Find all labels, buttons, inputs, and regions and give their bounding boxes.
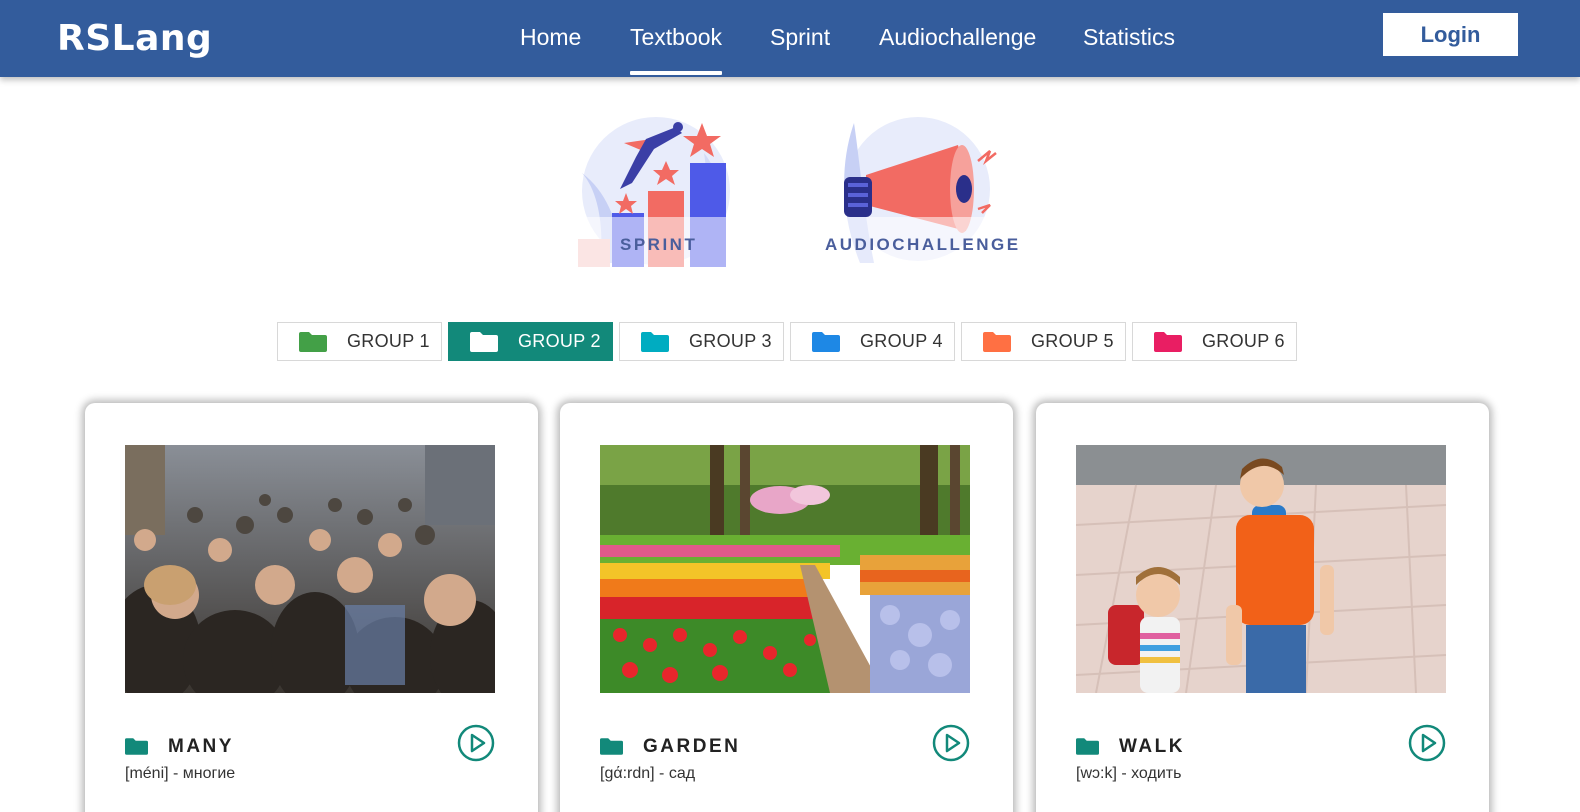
nav-textbook[interactable]: Textbook — [630, 24, 723, 75]
folder-icon — [1154, 331, 1182, 352]
app-logo[interactable]: RSLang — [57, 18, 212, 59]
word-card: WALK [wɔ:k] - ходить — [1036, 403, 1489, 812]
nav-sprint[interactable]: Sprint — [770, 24, 830, 51]
folder-icon — [125, 738, 148, 755]
group-label: GROUP 1 — [347, 331, 430, 351]
play-icon[interactable] — [1408, 724, 1446, 762]
word-text: WALK — [1119, 736, 1185, 757]
nav-home[interactable]: Home — [520, 24, 581, 51]
group-2-button[interactable]: GROUP 2 — [448, 322, 613, 361]
word-text: MANY — [168, 736, 234, 757]
folder-icon — [812, 331, 840, 352]
group-label: GROUP 2 — [518, 331, 601, 351]
group-5-button[interactable]: GROUP 5 — [961, 322, 1126, 361]
word-image — [600, 445, 970, 693]
audiochallenge-label: AUDIOCHALLENGE — [825, 235, 1021, 254]
folder-icon — [1076, 738, 1099, 755]
group-selector: GROUP 1 GROUP 2 GROUP 3 GROUP 4 GROUP 5 … — [277, 322, 1297, 361]
word-image — [1076, 445, 1446, 693]
audiochallenge-game-link[interactable]: AUDIOCHALLENGE — [825, 113, 1030, 273]
group-label: GROUP 5 — [1031, 331, 1114, 351]
word-transcription: [méni] - многие — [125, 765, 236, 782]
folder-icon — [470, 331, 498, 352]
sprint-game-link[interactable]: SPRINT — [578, 113, 738, 273]
word-image — [125, 445, 495, 693]
word-card: GARDEN [gά:rdn] - сад — [560, 403, 1013, 812]
folder-icon — [983, 331, 1011, 352]
folder-icon — [600, 738, 623, 755]
group-label: GROUP 4 — [860, 331, 943, 351]
top-navbar: RSLang Home Textbook Sprint Audiochallen… — [0, 0, 1580, 77]
group-3-button[interactable]: GROUP 3 — [619, 322, 784, 361]
group-label: GROUP 3 — [689, 331, 772, 351]
nav-statistics[interactable]: Statistics — [1083, 24, 1175, 51]
play-icon[interactable] — [457, 724, 495, 762]
nav-audiochallenge[interactable]: Audiochallenge — [879, 24, 1036, 51]
play-icon[interactable] — [932, 724, 970, 762]
word-transcription: [gά:rdn] - сад — [600, 765, 696, 782]
folder-icon — [641, 331, 669, 352]
word-card: MANY [méni] - многие — [85, 403, 538, 812]
word-transcription: [wɔ:k] - ходить — [1076, 765, 1182, 782]
group-1-button[interactable]: GROUP 1 — [277, 322, 442, 361]
sprint-label: SPRINT — [620, 235, 698, 254]
group-4-button[interactable]: GROUP 4 — [790, 322, 955, 361]
word-text: GARDEN — [643, 736, 741, 757]
folder-icon — [299, 331, 327, 352]
group-label: GROUP 6 — [1202, 331, 1285, 351]
group-6-button[interactable]: GROUP 6 — [1132, 322, 1297, 361]
login-button[interactable]: Login — [1383, 13, 1518, 56]
